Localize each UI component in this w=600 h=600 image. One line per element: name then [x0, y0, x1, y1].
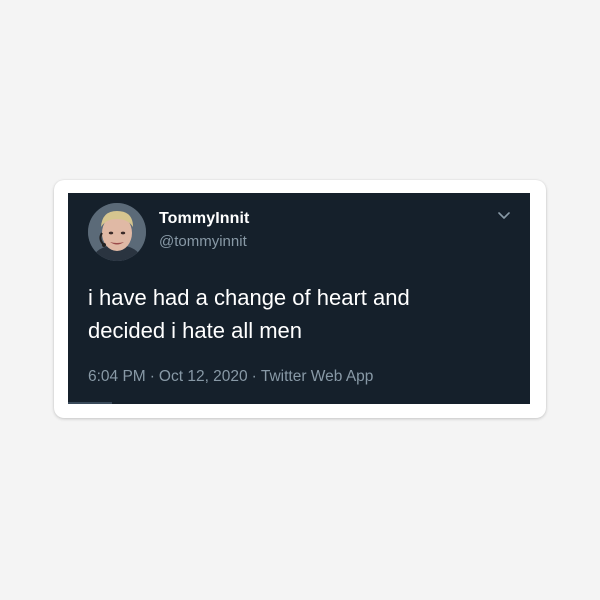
tweet-text-line: decided i hate all men	[88, 318, 303, 343]
tweet-date[interactable]: Oct 12, 2020	[159, 368, 248, 385]
tweet-source[interactable]: Twitter Web App	[261, 368, 374, 385]
tweet-time[interactable]: 6:04 PM	[88, 368, 146, 385]
divider	[68, 402, 112, 404]
meta-separator: ·	[149, 368, 155, 385]
display-name[interactable]: TommyInnit	[159, 210, 249, 228]
user-handle[interactable]: @tommyinnit	[159, 233, 247, 250]
avatar[interactable]	[88, 203, 146, 261]
tweet-text-line: i have had a change of heart and	[88, 285, 410, 310]
tweet-text: i have had a change of heart and decided…	[88, 281, 508, 347]
stage: TommyInnit @tommyinnit i have had a chan…	[0, 0, 600, 600]
tweet-meta: 6:04 PM · Oct 12, 2020 · Twitter Web App	[88, 368, 373, 386]
avatar-image	[88, 203, 146, 261]
tweet-card: TommyInnit @tommyinnit i have had a chan…	[68, 193, 530, 404]
chevron-down-icon[interactable]	[496, 207, 512, 223]
meta-separator: ·	[251, 368, 257, 385]
